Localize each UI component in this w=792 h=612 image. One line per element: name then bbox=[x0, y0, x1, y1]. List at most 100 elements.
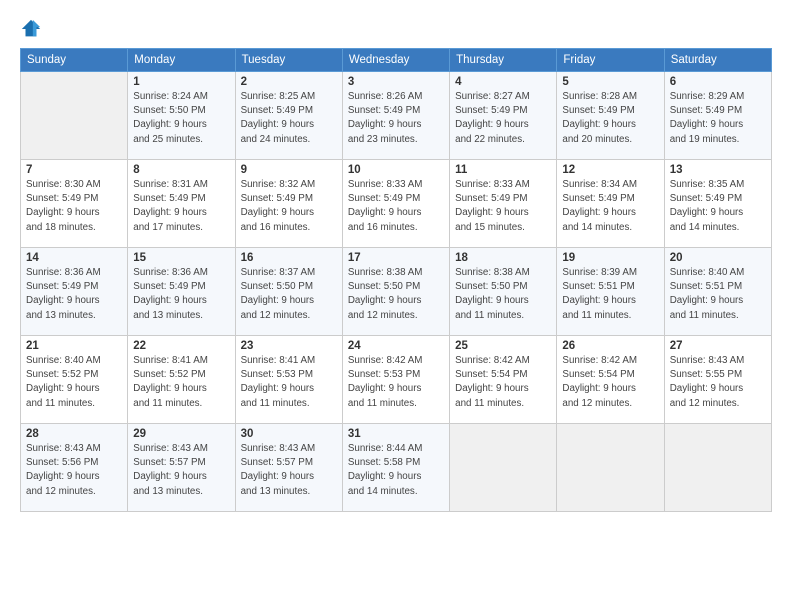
day-info: Sunrise: 8:36 AMSunset: 5:49 PMDaylight:… bbox=[26, 266, 122, 323]
calendar-cell bbox=[450, 424, 557, 512]
calendar-week-1: 1 Sunrise: 8:24 AMSunset: 5:50 PMDaylight… bbox=[21, 72, 772, 160]
calendar-cell: 2 Sunrise: 8:25 AMSunset: 5:49 PMDaylight… bbox=[235, 72, 342, 160]
day-number: 26 bbox=[562, 340, 658, 352]
calendar-cell bbox=[557, 424, 664, 512]
day-info: Sunrise: 8:43 AMSunset: 5:57 PMDaylight:… bbox=[241, 442, 337, 499]
calendar-cell: 24 Sunrise: 8:42 AMSunset: 5:53 PMDayligh… bbox=[342, 336, 449, 424]
calendar-week-5: 28 Sunrise: 8:43 AMSunset: 5:56 PMDayligh… bbox=[21, 424, 772, 512]
calendar-cell: 18 Sunrise: 8:38 AMSunset: 5:50 PMDayligh… bbox=[450, 248, 557, 336]
calendar-cell: 9Sunrise: 8:32 AMSunset: 5:49 PMDaylight… bbox=[235, 160, 342, 248]
day-info: Sunrise: 8:34 AMSunset: 5:49 PMDaylight:… bbox=[562, 178, 658, 235]
day-info: Sunrise: 8:27 AMSunset: 5:49 PMDaylight:… bbox=[455, 90, 551, 147]
calendar-cell: 21 Sunrise: 8:40 AMSunset: 5:52 PMDayligh… bbox=[21, 336, 128, 424]
day-info: Sunrise: 8:36 AMSunset: 5:49 PMDaylight:… bbox=[133, 266, 229, 323]
calendar-header: SundayMondayTuesdayWednesdayThursdayFrid… bbox=[21, 49, 772, 72]
calendar-cell: 11Sunrise: 8:33 AMSunset: 5:49 PMDayligh… bbox=[450, 160, 557, 248]
calendar-cell: 28 Sunrise: 8:43 AMSunset: 5:56 PMDayligh… bbox=[21, 424, 128, 512]
day-number: 7 bbox=[26, 164, 122, 176]
day-number: 15 bbox=[133, 252, 229, 264]
day-number: 1 bbox=[133, 76, 229, 88]
day-info: Sunrise: 8:40 AMSunset: 5:51 PMDaylight:… bbox=[670, 266, 766, 323]
day-info: Sunrise: 8:39 AMSunset: 5:51 PMDaylight:… bbox=[562, 266, 658, 323]
day-number: 18 bbox=[455, 252, 551, 264]
day-header-saturday: Saturday bbox=[664, 49, 771, 72]
calendar-cell: 25Sunrise: 8:42 AMSunset: 5:54 PMDayligh… bbox=[450, 336, 557, 424]
day-info: Sunrise: 8:42 AMSunset: 5:53 PMDaylight:… bbox=[348, 354, 444, 411]
day-number: 6 bbox=[670, 76, 766, 88]
day-number: 21 bbox=[26, 340, 122, 352]
day-info: Sunrise: 8:28 AMSunset: 5:49 PMDaylight:… bbox=[562, 90, 658, 147]
day-info: Sunrise: 8:41 AMSunset: 5:52 PMDaylight:… bbox=[133, 354, 229, 411]
days-header-row: SundayMondayTuesdayWednesdayThursdayFrid… bbox=[21, 49, 772, 72]
day-info: Sunrise: 8:33 AMSunset: 5:49 PMDaylight:… bbox=[455, 178, 551, 235]
day-number: 2 bbox=[241, 76, 337, 88]
calendar-cell bbox=[21, 72, 128, 160]
day-info: Sunrise: 8:43 AMSunset: 5:57 PMDaylight:… bbox=[133, 442, 229, 499]
day-number: 13 bbox=[670, 164, 766, 176]
calendar-cell: 7Sunrise: 8:30 AMSunset: 5:49 PMDaylight… bbox=[21, 160, 128, 248]
day-number: 28 bbox=[26, 428, 122, 440]
calendar-cell: 19 Sunrise: 8:39 AMSunset: 5:51 PMDayligh… bbox=[557, 248, 664, 336]
calendar-table: SundayMondayTuesdayWednesdayThursdayFrid… bbox=[20, 48, 772, 512]
day-header-monday: Monday bbox=[128, 49, 235, 72]
day-number: 17 bbox=[348, 252, 444, 264]
day-info: Sunrise: 8:43 AMSunset: 5:56 PMDaylight:… bbox=[26, 442, 122, 499]
day-number: 19 bbox=[562, 252, 658, 264]
day-info: Sunrise: 8:25 AMSunset: 5:49 PMDaylight:… bbox=[241, 90, 337, 147]
day-info: Sunrise: 8:38 AMSunset: 5:50 PMDaylight:… bbox=[348, 266, 444, 323]
day-info: Sunrise: 8:41 AMSunset: 5:53 PMDaylight:… bbox=[241, 354, 337, 411]
calendar-cell: 13 Sunrise: 8:35 AMSunset: 5:49 PMDayligh… bbox=[664, 160, 771, 248]
day-number: 16 bbox=[241, 252, 337, 264]
calendar-cell: 30 Sunrise: 8:43 AMSunset: 5:57 PMDayligh… bbox=[235, 424, 342, 512]
day-number: 23 bbox=[241, 340, 337, 352]
calendar-cell: 10 Sunrise: 8:33 AMSunset: 5:49 PMDayligh… bbox=[342, 160, 449, 248]
calendar-cell: 12 Sunrise: 8:34 AMSunset: 5:49 PMDayligh… bbox=[557, 160, 664, 248]
calendar-cell: 6Sunrise: 8:29 AMSunset: 5:49 PMDaylight… bbox=[664, 72, 771, 160]
day-header-thursday: Thursday bbox=[450, 49, 557, 72]
day-info: Sunrise: 8:37 AMSunset: 5:50 PMDaylight:… bbox=[241, 266, 337, 323]
day-number: 8 bbox=[133, 164, 229, 176]
calendar-cell: 27Sunrise: 8:43 AMSunset: 5:55 PMDayligh… bbox=[664, 336, 771, 424]
calendar-cell: 31Sunrise: 8:44 AMSunset: 5:58 PMDayligh… bbox=[342, 424, 449, 512]
calendar-cell: 5 Sunrise: 8:28 AMSunset: 5:49 PMDaylight… bbox=[557, 72, 664, 160]
calendar-cell: 23 Sunrise: 8:41 AMSunset: 5:53 PMDayligh… bbox=[235, 336, 342, 424]
day-number: 12 bbox=[562, 164, 658, 176]
day-number: 29 bbox=[133, 428, 229, 440]
day-header-sunday: Sunday bbox=[21, 49, 128, 72]
calendar-cell: 4 Sunrise: 8:27 AMSunset: 5:49 PMDaylight… bbox=[450, 72, 557, 160]
page: SundayMondayTuesdayWednesdayThursdayFrid… bbox=[0, 0, 792, 612]
calendar-cell: 26 Sunrise: 8:42 AMSunset: 5:54 PMDayligh… bbox=[557, 336, 664, 424]
day-info: Sunrise: 8:33 AMSunset: 5:49 PMDaylight:… bbox=[348, 178, 444, 235]
day-header-wednesday: Wednesday bbox=[342, 49, 449, 72]
calendar-cell: 1 Sunrise: 8:24 AMSunset: 5:50 PMDaylight… bbox=[128, 72, 235, 160]
header bbox=[20, 18, 772, 40]
day-number: 20 bbox=[670, 252, 766, 264]
day-info: Sunrise: 8:42 AMSunset: 5:54 PMDaylight:… bbox=[455, 354, 551, 411]
day-number: 24 bbox=[348, 340, 444, 352]
day-info: Sunrise: 8:42 AMSunset: 5:54 PMDaylight:… bbox=[562, 354, 658, 411]
calendar-body: 1 Sunrise: 8:24 AMSunset: 5:50 PMDaylight… bbox=[21, 72, 772, 512]
calendar-cell: 14 Sunrise: 8:36 AMSunset: 5:49 PMDayligh… bbox=[21, 248, 128, 336]
day-number: 10 bbox=[348, 164, 444, 176]
day-info: Sunrise: 8:24 AMSunset: 5:50 PMDaylight:… bbox=[133, 90, 229, 147]
day-number: 4 bbox=[455, 76, 551, 88]
day-number: 5 bbox=[562, 76, 658, 88]
calendar-week-4: 21 Sunrise: 8:40 AMSunset: 5:52 PMDayligh… bbox=[21, 336, 772, 424]
day-info: Sunrise: 8:38 AMSunset: 5:50 PMDaylight:… bbox=[455, 266, 551, 323]
day-info: Sunrise: 8:26 AMSunset: 5:49 PMDaylight:… bbox=[348, 90, 444, 147]
day-number: 30 bbox=[241, 428, 337, 440]
calendar-cell: 29 Sunrise: 8:43 AMSunset: 5:57 PMDayligh… bbox=[128, 424, 235, 512]
day-info: Sunrise: 8:35 AMSunset: 5:49 PMDaylight:… bbox=[670, 178, 766, 235]
day-header-tuesday: Tuesday bbox=[235, 49, 342, 72]
day-number: 22 bbox=[133, 340, 229, 352]
day-info: Sunrise: 8:40 AMSunset: 5:52 PMDaylight:… bbox=[26, 354, 122, 411]
day-number: 14 bbox=[26, 252, 122, 264]
calendar-week-2: 7Sunrise: 8:30 AMSunset: 5:49 PMDaylight… bbox=[21, 160, 772, 248]
calendar-cell: 17 Sunrise: 8:38 AMSunset: 5:50 PMDayligh… bbox=[342, 248, 449, 336]
calendar-cell: 20 Sunrise: 8:40 AMSunset: 5:51 PMDayligh… bbox=[664, 248, 771, 336]
calendar-week-3: 14 Sunrise: 8:36 AMSunset: 5:49 PMDayligh… bbox=[21, 248, 772, 336]
day-info: Sunrise: 8:44 AMSunset: 5:58 PMDaylight:… bbox=[348, 442, 444, 499]
day-number: 9 bbox=[241, 164, 337, 176]
day-info: Sunrise: 8:31 AMSunset: 5:49 PMDaylight:… bbox=[133, 178, 229, 235]
calendar-cell: 15 Sunrise: 8:36 AMSunset: 5:49 PMDayligh… bbox=[128, 248, 235, 336]
